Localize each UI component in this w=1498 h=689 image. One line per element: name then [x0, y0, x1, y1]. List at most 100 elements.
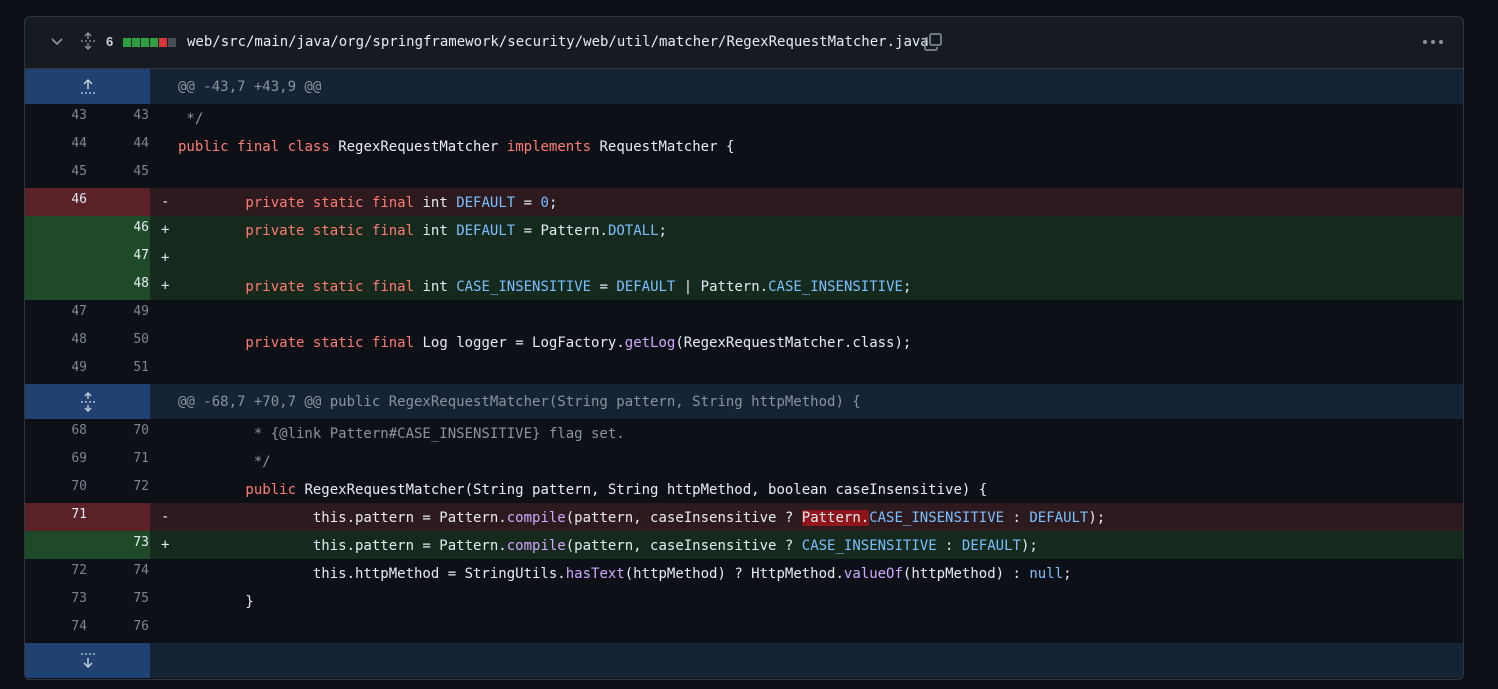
- new-line-number[interactable]: 48: [87, 272, 149, 300]
- hunk-header: @@ -68,7 +70,7 @@ public RegexRequestMat…: [25, 384, 1463, 419]
- diffstat-add: [123, 38, 131, 47]
- old-line-number[interactable]: [25, 531, 87, 559]
- text-token: );: [1088, 510, 1106, 526]
- new-line-number[interactable]: 75: [87, 587, 149, 615]
- new-line-number[interactable]: [87, 503, 149, 531]
- new-line-number[interactable]: 76: [87, 615, 149, 643]
- old-line-number[interactable]: 43: [25, 104, 87, 132]
- keyword-token: final: [237, 139, 280, 155]
- old-line-number[interactable]: 72: [25, 559, 87, 587]
- text-token: = Pattern.: [515, 223, 608, 239]
- diff-line: 69 71 */: [25, 447, 1463, 475]
- text-token: :: [1004, 510, 1030, 526]
- old-line-number[interactable]: 45: [25, 160, 87, 188]
- text-token: this.httpMethod = StringUtils.: [178, 566, 566, 582]
- function-token: compile: [506, 538, 566, 554]
- old-line-number[interactable]: 71: [25, 503, 87, 531]
- old-line-number[interactable]: [25, 244, 87, 272]
- keyword-token: static: [312, 279, 364, 295]
- old-line-number[interactable]: 69: [25, 447, 87, 475]
- diff-sign: +: [161, 250, 170, 266]
- diffstat-neutral: [168, 38, 176, 47]
- text-token: int: [414, 223, 457, 239]
- new-line-number[interactable]: 71: [87, 447, 149, 475]
- old-line-number[interactable]: 46: [25, 188, 87, 216]
- new-line-number[interactable]: 46: [87, 216, 149, 244]
- old-line-number[interactable]: [25, 272, 87, 300]
- code-text: * {@link Pattern#CASE_INSENSITIVE} flag …: [178, 419, 625, 449]
- diff-line: 44 44 public final class RegexRequestMat…: [25, 132, 1463, 160]
- new-line-number[interactable]: 49: [87, 300, 149, 328]
- added-line: 48 + private static final int CASE_INSEN…: [25, 272, 1463, 300]
- new-line-number[interactable]: 70: [87, 419, 149, 447]
- old-line-number[interactable]: 49: [25, 356, 87, 384]
- old-line-number[interactable]: 48: [25, 328, 87, 356]
- expand-up-icon[interactable]: [79, 77, 97, 97]
- new-line-number[interactable]: 74: [87, 559, 149, 587]
- keyword-token: final: [371, 279, 415, 295]
- file-path[interactable]: web/src/main/java/org/springframework/se…: [187, 34, 929, 50]
- diffstat-bars: [123, 38, 176, 47]
- new-line-number[interactable]: 51: [87, 356, 149, 384]
- old-line-number[interactable]: 68: [25, 419, 87, 447]
- function-token: getLog: [624, 335, 676, 351]
- code-text: public final class RegexRequestMatcher i…: [178, 132, 734, 162]
- text-token: this.pattern = Pattern.: [178, 510, 507, 526]
- keyword-token: final: [371, 195, 415, 211]
- old-line-number[interactable]: 47: [25, 300, 87, 328]
- copy-icon[interactable]: [924, 33, 942, 51]
- diff-line: 48 50 private static final Log logger = …: [25, 328, 1463, 356]
- comment-token: */: [178, 111, 204, 127]
- keyword-token: private: [178, 195, 305, 211]
- new-line-number[interactable]: [87, 188, 149, 216]
- new-line-number[interactable]: 45: [87, 160, 149, 188]
- kebab-menu-icon[interactable]: [1422, 36, 1444, 48]
- code-text: private static final int CASE_INSENSITIV…: [178, 272, 911, 302]
- deleted-line: 71 - this.pattern = Pattern.compile(patt…: [25, 503, 1463, 531]
- old-line-number[interactable]: 74: [25, 615, 87, 643]
- text-token: ;: [658, 223, 667, 239]
- text-token: (pattern, caseInsensitive ?: [565, 510, 802, 526]
- constant-token: CASE_INSENSITIVE: [801, 538, 937, 554]
- text-token: ;: [1063, 566, 1072, 582]
- constant-token: DEFAULT: [961, 538, 1021, 554]
- diff-line: 70 72 public RegexRequestMatcher(String …: [25, 475, 1463, 503]
- new-line-number[interactable]: 47: [87, 244, 149, 272]
- expand-all-icon[interactable]: [80, 32, 96, 50]
- new-line-number[interactable]: 43: [87, 104, 149, 132]
- keyword-token: private: [178, 335, 305, 351]
- keyword-token: static: [312, 335, 364, 351]
- expand-both-icon[interactable]: [79, 392, 97, 412]
- old-line-number[interactable]: 44: [25, 132, 87, 160]
- code-text: this.pattern = Pattern.compile(pattern, …: [178, 531, 1038, 561]
- text-token: =: [591, 279, 617, 295]
- diff-line: 49 51: [25, 356, 1463, 384]
- new-line-number[interactable]: 44: [87, 132, 149, 160]
- constant-token: null: [1029, 566, 1064, 582]
- expand-down-icon[interactable]: [79, 651, 97, 671]
- constant-token: CASE_INSENSITIVE: [869, 510, 1005, 526]
- old-line-number[interactable]: 70: [25, 475, 87, 503]
- old-line-number[interactable]: 73: [25, 587, 87, 615]
- constant-token: DEFAULT: [1029, 510, 1089, 526]
- diff-line: 73 75 }: [25, 587, 1463, 615]
- diffstat-del: [159, 38, 167, 47]
- new-line-number[interactable]: 50: [87, 328, 149, 356]
- file-header: 6 web/src/main/java/org/springframework/…: [25, 17, 1463, 69]
- new-line-number[interactable]: 72: [87, 475, 149, 503]
- removed-highlight: Pattern.: [801, 510, 870, 526]
- old-line-number[interactable]: [25, 216, 87, 244]
- hunk-header: @@ -43,7 +43,9 @@: [25, 69, 1463, 104]
- diffstat-add: [150, 38, 158, 47]
- new-line-number[interactable]: 73: [87, 531, 149, 559]
- chevron-down-icon[interactable]: [49, 33, 65, 49]
- keyword-token: private: [178, 223, 305, 239]
- diff-sign: +: [161, 278, 170, 294]
- code-text: private static final Log logger = LogFac…: [178, 328, 911, 358]
- function-token: hasText: [565, 566, 625, 582]
